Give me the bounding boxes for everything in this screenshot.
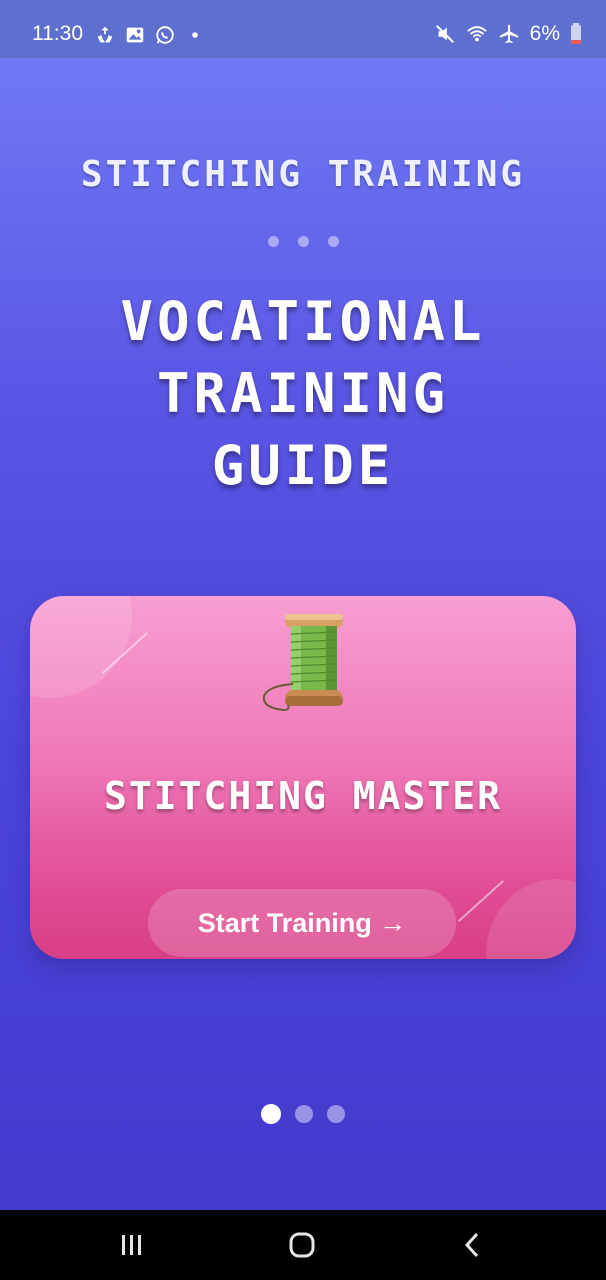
system-navigation-bar [0,1210,606,1280]
page-dot[interactable] [327,1105,345,1123]
airplane-icon [499,24,518,44]
training-card[interactable]: STITCHING MASTER Start Training → [30,596,576,959]
image-icon [126,27,144,43]
thread-spool-icon [262,614,343,712]
card-title: STITCHING MASTER [103,774,503,818]
page-indicator [0,1104,606,1124]
wifi-icon [466,26,487,42]
home-button[interactable] [252,1210,352,1280]
recent-apps-icon [122,1235,141,1255]
system-icons: 6% [434,22,582,46]
sync-icon [97,26,113,43]
page-title-line-1: VOCATIONAL [120,290,486,353]
decorative-dots [0,236,606,247]
status-time: 11:30 [32,22,83,45]
whatsapp-icon [156,26,174,44]
decorative-dot [267,236,279,247]
decorative-dot [327,236,339,247]
page-title: VOCATIONAL TRAINING GUIDE [0,286,606,502]
dot-icon [192,32,198,38]
page-dot-active[interactable] [261,1104,281,1124]
recent-apps-button[interactable] [82,1210,182,1280]
onboarding-screen[interactable]: STITCHING TRAINING VOCATIONAL TRAINING G… [0,58,606,1210]
page-dot[interactable] [295,1105,313,1123]
card-bubble-decoration [30,596,132,698]
battery-icon [571,23,581,44]
card-bubble-decoration [486,879,576,959]
page-title-line-2: TRAINING [156,362,450,425]
back-button[interactable] [422,1210,522,1280]
decorative-dot [297,236,309,247]
mute-icon [435,25,454,43]
back-icon [464,1232,479,1258]
home-icon [289,1232,315,1258]
start-training-button[interactable]: Start Training → [148,889,456,957]
notification-icons [94,24,206,46]
section-kicker: STITCHING TRAINING [80,154,526,195]
battery-percent: 6% [529,22,560,45]
page-title-line-3: GUIDE [211,434,395,497]
